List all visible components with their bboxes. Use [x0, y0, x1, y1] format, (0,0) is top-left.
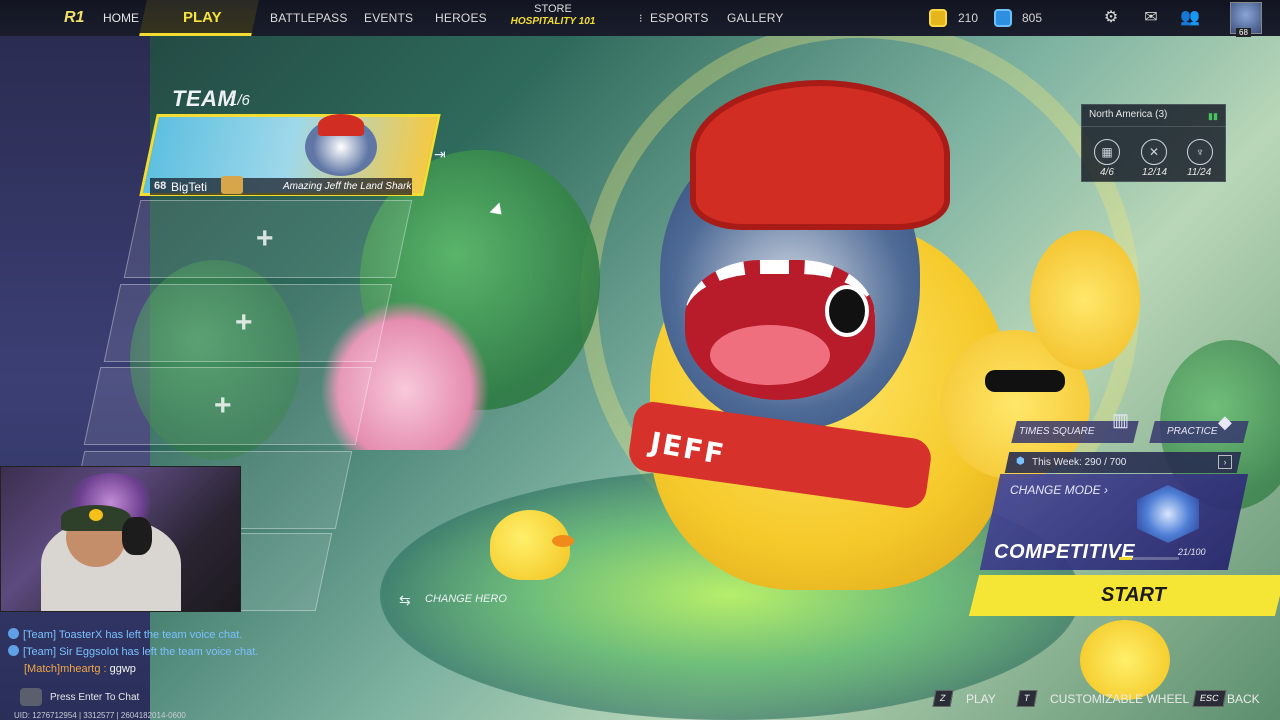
week-label: This Week: [1032, 457, 1082, 468]
chat-text: ToasterX has left the team voice chat. [58, 629, 243, 641]
swap-icon[interactable]: ⇆ [399, 592, 415, 609]
team-title: TEAM [172, 86, 237, 111]
mode-name: COMPETITIVE [994, 541, 1136, 563]
weekly-progress-text: This Week: 290 / 700 [1032, 457, 1126, 468]
chat-icon [8, 645, 19, 656]
week-value: 290 / 700 [1084, 457, 1127, 468]
practice-label[interactable]: PRACTICE [1167, 426, 1218, 437]
add-member-icon[interactable]: + [235, 306, 253, 340]
change-mode-button[interactable]: CHANGE MODE › [1010, 483, 1108, 497]
nav-store[interactable]: STORE HOSPITALITY 101 [508, 3, 598, 33]
chat-text: ggwp [109, 663, 136, 675]
nav-home[interactable]: HOME [103, 11, 139, 25]
webcam-overlay [0, 466, 241, 612]
region-divider [1081, 126, 1226, 127]
nav-events[interactable]: EVENTS [364, 11, 413, 25]
chat-icon [8, 628, 19, 639]
store-promo: HOSPITALITY 101 [510, 16, 596, 27]
friends-icon[interactable]: 👥 [1180, 9, 1200, 27]
blue-currency-icon [994, 9, 1012, 27]
key-z: Z [932, 690, 953, 707]
gear-icon[interactable]: ⚙ [1102, 9, 1120, 27]
sunglasses [985, 370, 1065, 392]
rubber-duck-beak [552, 535, 574, 547]
small-duck [1030, 230, 1140, 370]
chevron-right-icon: › [1104, 483, 1109, 497]
hero-mascot-jeff: JEFF [626, 70, 1140, 590]
crossed-swords-icon: ✕ [1141, 139, 1167, 165]
player-level: 68 [154, 180, 167, 192]
nav-battlepass[interactable]: BATTLEPASS [270, 11, 348, 25]
nav-gallery[interactable]: GALLERY [727, 11, 784, 25]
nav-esports[interactable]: ESPORTS [650, 11, 709, 25]
trophy-icon: ▦ [1094, 139, 1120, 165]
uid-text: UID: 1276712954 | 3312577 | 2604182014-0… [14, 711, 186, 720]
practice-icon: ◆ [1218, 412, 1232, 432]
chat-bubble-icon[interactable] [20, 688, 42, 706]
hint-play[interactable]: PLAY [966, 692, 996, 706]
add-member-icon[interactable]: + [214, 389, 232, 423]
building-icon: ▥ [1112, 410, 1130, 430]
mascot-red-hat [690, 80, 950, 230]
mail-icon[interactable]: ✉ [1142, 9, 1160, 27]
rank-progress-text: 21/100 [1178, 547, 1206, 557]
hint-customizable-wheel[interactable]: CUSTOMIZABLE WHEEL [1050, 692, 1189, 706]
rank-progress-fill [1119, 557, 1132, 560]
shield-icon: ⬢ [1016, 456, 1025, 467]
cup-icon: ♆ [1187, 139, 1213, 165]
chat-line: [Team] ToasterX has left the team voice … [8, 628, 242, 641]
press-enter-to-chat[interactable]: Press Enter To Chat [50, 692, 139, 703]
map-label: TIMES SQUARE [1019, 426, 1095, 437]
blue-currency-value: 805 [1022, 11, 1043, 25]
streamer-headset [122, 517, 152, 555]
gold-currency-value: 210 [958, 11, 979, 25]
leave-team-icon[interactable]: ⇥ [434, 146, 452, 162]
nav-heroes[interactable]: HEROES [435, 11, 487, 25]
avatar-level: 68 [1236, 28, 1251, 37]
cap-logo [89, 509, 103, 521]
team-count: 1/6 [229, 92, 250, 109]
hint-back[interactable]: BACK [1227, 692, 1260, 706]
start-button-label[interactable]: START [1101, 584, 1166, 607]
chevron-right-icon[interactable]: › [1218, 455, 1232, 469]
hero-portrait-hat [318, 114, 364, 136]
player-badge [221, 176, 243, 194]
chat-text: Sir Eggsolot has left the team voice cha… [59, 646, 259, 658]
player-hero-name: Amazing Jeff the Land Shark [283, 181, 412, 192]
region-name[interactable]: North America (3) [1089, 109, 1167, 120]
stat-value: 11/24 [1187, 167, 1212, 178]
chat-channel: [Team] [23, 646, 57, 658]
chat-channel: [Match] [24, 663, 61, 675]
add-member-icon[interactable]: + [256, 222, 274, 256]
rubber-duck [1080, 620, 1170, 700]
key-t: T [1016, 690, 1037, 707]
nav-play-label[interactable]: PLAY [183, 9, 222, 26]
mascot-eye [825, 285, 869, 337]
store-label: STORE [534, 3, 572, 15]
signal-icon: ▮▮ [1208, 111, 1218, 121]
esports-icon: ⁝ [639, 13, 643, 25]
chat-channel: [Team] [23, 629, 57, 641]
stat-value: 4/6 [1100, 167, 1114, 178]
chat-line: [Match]mheartg : ggwp [24, 663, 136, 675]
gold-currency-icon [929, 9, 947, 27]
player-name: BigTeti [171, 180, 208, 194]
key-esc: ESC [1192, 690, 1227, 707]
stat-value: 12/14 [1142, 167, 1168, 178]
game-logo[interactable]: R1 [64, 9, 84, 27]
change-mode-label: CHANGE MODE [1010, 483, 1101, 497]
mascot-tongue [710, 325, 830, 385]
change-hero-button[interactable]: CHANGE HERO [425, 593, 507, 605]
chat-sender: mheartg [60, 663, 101, 675]
chat-line: [Team] Sir Eggsolot has left the team vo… [8, 645, 258, 658]
